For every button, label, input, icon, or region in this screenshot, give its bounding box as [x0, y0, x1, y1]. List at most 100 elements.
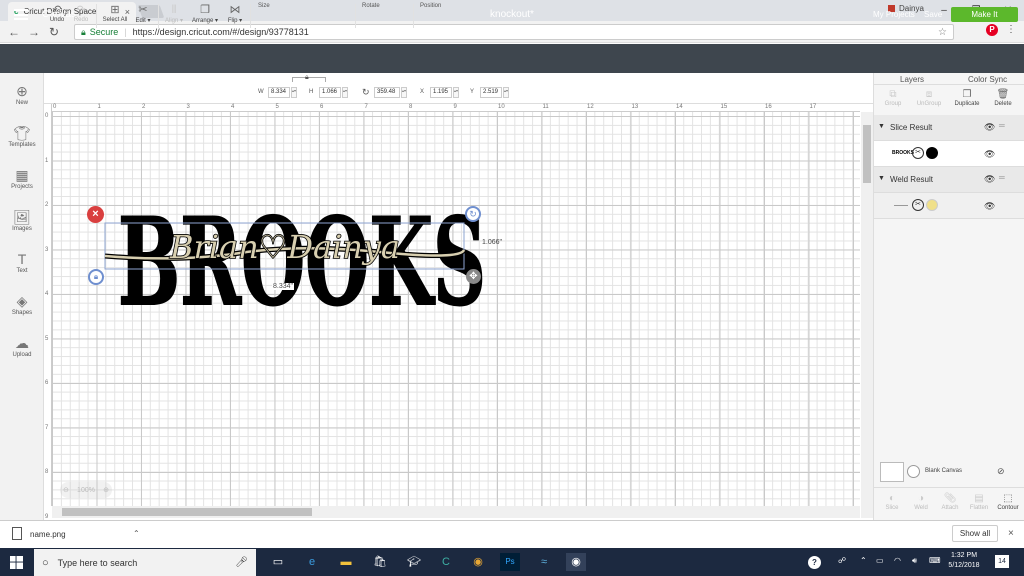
ruler-tick-label: 12	[587, 104, 594, 110]
app-icon[interactable]: ≈	[534, 553, 554, 571]
sidebar-images[interactable]: 🖼︎ Images	[0, 208, 44, 232]
expand-arrow-icon[interactable]: ▼	[878, 123, 885, 130]
edit-dropdown[interactable]: ✂ Edit ▾	[132, 3, 154, 24]
edge-icon[interactable]: e	[302, 553, 322, 571]
url-input[interactable]: 🔒︎ Secure | https://design.cricut.com/#/…	[74, 24, 954, 40]
lock-icon[interactable]: 🔒︎	[305, 74, 309, 82]
microphone-icon[interactable]: 🎤︎	[235, 557, 248, 568]
rotate-stepper[interactable]: ▴▾	[401, 87, 407, 98]
blank-canvas-swatch[interactable]	[880, 462, 904, 482]
layer-group-slice-result[interactable]: ▼ Slice Result 👁︎ ═	[874, 115, 1024, 141]
y-input[interactable]: 2.519	[480, 87, 502, 98]
eye-icon[interactable]: 👁︎	[984, 201, 995, 212]
download-options-icon[interactable]: ⌃	[133, 529, 140, 538]
zoom-out-icon[interactable]: ⊖	[63, 486, 69, 494]
duplicate-button[interactable]: ❐ Duplicate	[952, 89, 982, 107]
drag-handle-icon[interactable]: ═	[999, 121, 1005, 130]
chrome-icon[interactable]: ◉	[468, 553, 488, 571]
height-stepper[interactable]: ▴▾	[342, 87, 348, 98]
wifi-icon[interactable]: ◠	[894, 556, 901, 565]
save-button[interactable]: Save	[924, 10, 942, 19]
reload-icon[interactable]: ↻	[46, 24, 62, 40]
zoom-in-icon[interactable]: ⊕	[103, 486, 109, 494]
design-artwork[interactable]: BROOKS Brian♡Dainya	[80, 180, 500, 310]
tab-layers[interactable]: Layers	[900, 75, 924, 84]
rotate-handle-icon[interactable]: ↻	[465, 206, 481, 222]
align-dropdown[interactable]: ⫴ Align ▾	[162, 3, 186, 24]
drag-handle-icon[interactable]: ═	[999, 173, 1005, 182]
eye-icon[interactable]: 👁︎	[984, 122, 995, 133]
store-icon[interactable]: 🛍︎	[370, 553, 390, 571]
eye-icon[interactable]: 👁︎	[984, 174, 995, 185]
attach-button[interactable]: 📎︎ Attach	[936, 493, 964, 511]
select-all-button[interactable]: ⊞ Select All	[101, 3, 129, 23]
flip-dropdown[interactable]: ⋈ Flip ▾	[224, 3, 246, 24]
tab-color-sync[interactable]: Color Sync	[968, 75, 1007, 84]
back-icon[interactable]: ←	[6, 24, 22, 40]
sidebar-projects[interactable]: ▦ Projects	[0, 166, 44, 190]
browser-menu-icon[interactable]: ⋮	[1006, 24, 1016, 35]
width-stepper[interactable]: ▴▾	[291, 87, 297, 98]
task-view-icon[interactable]: ▭	[268, 553, 288, 571]
arrange-dropdown[interactable]: ❐ Arrange ▾	[190, 3, 220, 24]
graduation-cap-icon[interactable]: 🎓︎	[404, 553, 424, 571]
height-input[interactable]: 1.066	[319, 87, 341, 98]
expand-arrow-icon[interactable]: ▼	[878, 175, 885, 182]
layer-item[interactable]: ✂ 👁︎	[874, 193, 1024, 219]
ungroup-button[interactable]: ⧈ UnGroup	[914, 89, 944, 107]
sidebar-new[interactable]: ⊕ New	[0, 82, 44, 106]
bookmark-star-icon[interactable]: ☆	[938, 27, 947, 38]
horizontal-scroll-thumb[interactable]	[62, 508, 312, 516]
contour-button[interactable]: ⬚ Contour	[994, 493, 1022, 511]
color-swatch-gold[interactable]	[926, 199, 938, 211]
circle-app-icon[interactable]: C	[436, 553, 456, 571]
resize-handle-icon[interactable]: ✥	[466, 269, 481, 284]
redo-button[interactable]: ↷ Redo	[72, 3, 90, 23]
my-projects-link[interactable]: My Projects	[873, 10, 915, 19]
blank-canvas-color[interactable]	[907, 465, 920, 478]
color-swatch-black[interactable]	[926, 147, 938, 159]
make-it-button[interactable]: Make It	[951, 7, 1018, 22]
width-input[interactable]: 8.334	[268, 87, 290, 98]
vertical-scroll-thumb[interactable]	[863, 125, 871, 183]
volume-icon[interactable]: 🔊︎	[912, 556, 917, 566]
people-icon[interactable]: ☍	[838, 556, 846, 565]
layer-group-weld-result[interactable]: ▼ Weld Result 👁︎ ═	[874, 167, 1024, 193]
sidebar-shapes[interactable]: ◈ Shapes	[0, 292, 44, 316]
group-button[interactable]: ⧉ Group	[878, 89, 908, 107]
x-input[interactable]: 1.195	[430, 87, 452, 98]
file-explorer-icon[interactable]: ▬	[336, 553, 356, 571]
sidebar-text[interactable]: T Text	[0, 250, 44, 274]
notification-badge[interactable]: 14	[995, 555, 1009, 568]
names-script-text[interactable]: Brian♡Dainya	[168, 227, 401, 267]
x-stepper[interactable]: ▴▾	[453, 87, 459, 98]
slice-button[interactable]: ◐ Slice	[878, 493, 906, 511]
undo-button[interactable]: ↶ Undo	[48, 3, 66, 23]
rotate-input[interactable]: 359.48	[374, 87, 400, 98]
delete-button[interactable]: 🗑︎ Delete	[988, 89, 1018, 107]
taskbar-clock[interactable]: 1:32 PM 5/12/2018	[944, 551, 984, 571]
weld-button[interactable]: ◑ Weld	[907, 493, 935, 511]
battery-icon[interactable]: ▭	[876, 556, 884, 565]
pinterest-icon[interactable]: P	[986, 24, 998, 36]
delete-handle-icon[interactable]: ×	[87, 206, 104, 223]
hide-eye-icon[interactable]: ⊘	[997, 466, 1005, 477]
tray-arrow-icon[interactable]: ⌃	[860, 556, 867, 565]
layer-item[interactable]: BROOKS ✂ 👁︎	[874, 141, 1024, 167]
show-all-button[interactable]: Show all	[952, 525, 998, 542]
sidebar-templates[interactable]: 👕︎ Templates	[0, 124, 44, 148]
lock-handle-icon[interactable]: 🔒︎	[88, 269, 104, 285]
sidebar-upload[interactable]: ☁ Upload	[0, 334, 44, 358]
forward-icon[interactable]: →	[26, 24, 42, 40]
keyboard-icon[interactable]: ⌨	[929, 556, 941, 565]
flatten-button[interactable]: ▤ Flatten	[965, 493, 993, 511]
y-stepper[interactable]: ▴▾	[503, 87, 509, 98]
photoshop-icon[interactable]: Ps	[500, 553, 520, 571]
eye-icon[interactable]: 👁︎	[984, 149, 995, 160]
download-file-name[interactable]: name.png	[30, 530, 66, 539]
download-bar-close-icon[interactable]: ×	[1008, 528, 1014, 539]
help-icon[interactable]: ?	[808, 556, 821, 569]
taskbar-search-input[interactable]: ○ Type here to search 🎤︎	[34, 549, 256, 576]
chrome-active-icon[interactable]: ◉	[566, 553, 586, 571]
windows-start-icon[interactable]	[10, 556, 23, 569]
